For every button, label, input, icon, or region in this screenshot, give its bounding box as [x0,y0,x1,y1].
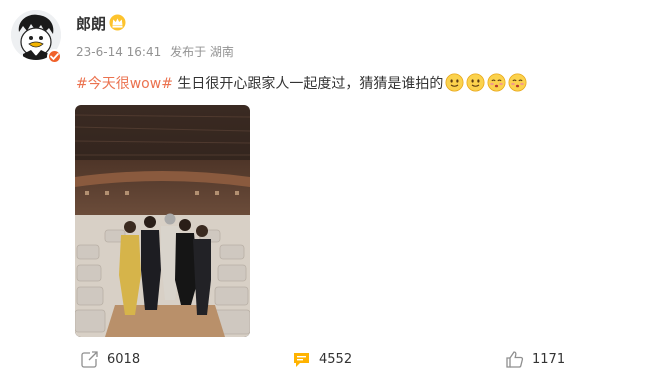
like-button[interactable]: 1171 [505,349,565,369]
smile-emoji-icon [466,73,485,92]
post-meta: 23-6-14 16:41 发布于 湖南 [76,43,239,60]
verified-badge-icon [47,49,62,64]
post-time[interactable]: 23-6-14 16:41 [76,45,161,59]
post-image[interactable] [75,105,250,337]
repost-icon [81,350,98,368]
shy-emoji-icon [487,73,506,92]
group-photo-concert-hall [75,105,250,337]
comment-button[interactable]: 4552 [292,349,352,369]
post-text: #今天很wow# 生日很开心跟家人一起度过，猜猜是谁拍的 [76,73,527,93]
smile-emoji-icon [445,73,464,92]
repost-count: 6018 [107,351,141,367]
repost-button[interactable]: 6018 [80,349,140,369]
post-source: 发布于 湖南 [170,45,234,59]
comment-count: 4552 [319,351,353,367]
like-count: 1171 [532,351,566,367]
thumbs-up-icon [506,350,524,368]
hashtag-link[interactable]: #今天很wow# [76,76,173,92]
username[interactable]: 郎朗 [76,13,106,34]
crown-icon[interactable] [109,14,126,31]
shy-emoji-icon [508,73,527,92]
comment-icon [294,352,309,367]
post-body-text: 生日很开心跟家人一起度过，猜猜是谁拍的 [172,76,444,92]
